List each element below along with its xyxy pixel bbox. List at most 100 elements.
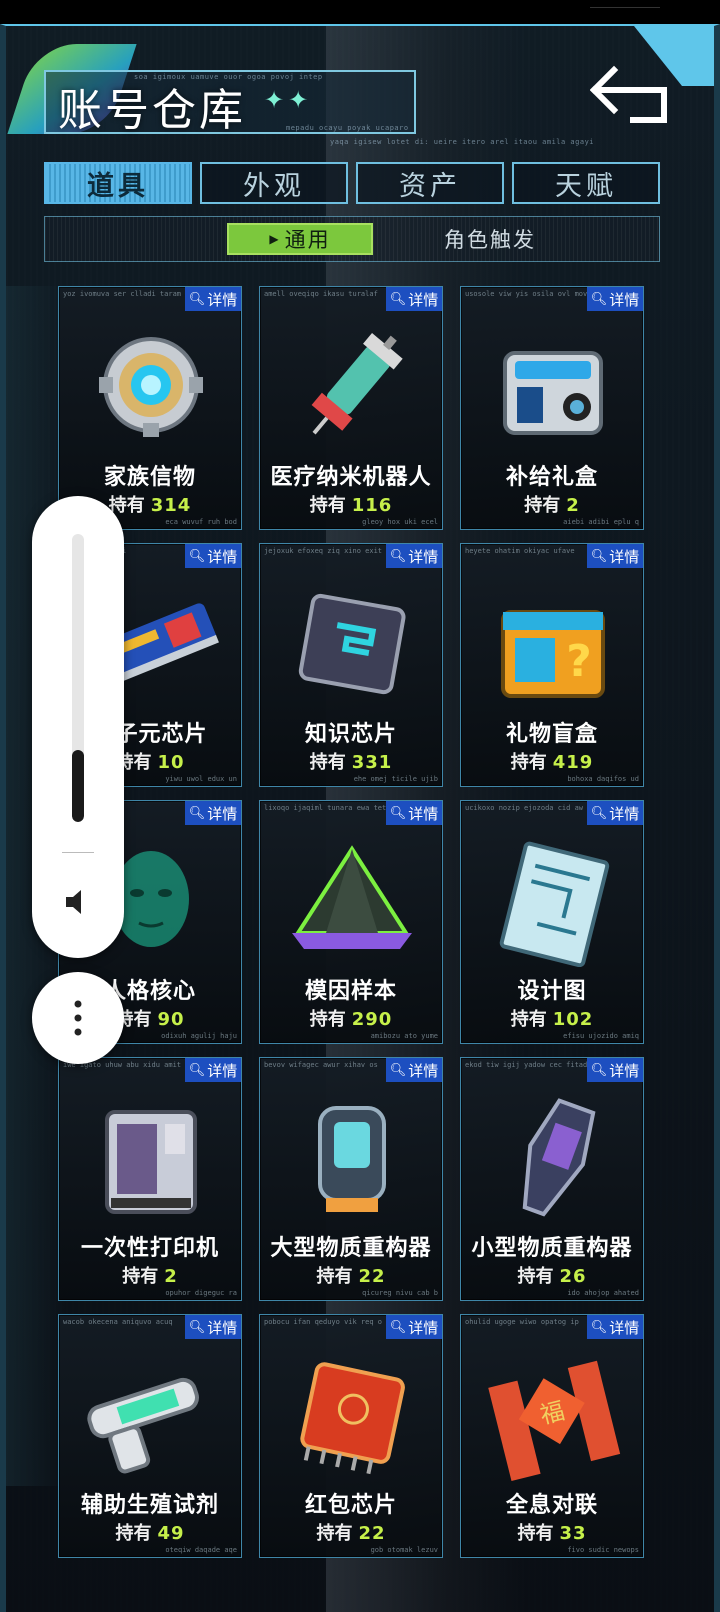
card-micro-text: lixoqo ijaqiml tunara ewa tet	[264, 804, 387, 812]
hold-label: 持有	[309, 752, 346, 773]
subtab-general[interactable]: ▶ 通用	[227, 223, 373, 255]
supply-box-icon	[503, 351, 603, 435]
item-quantity: 持有 49	[59, 1519, 241, 1545]
details-label: 详情	[408, 1061, 439, 1080]
details-button[interactable]: 🔍︎ 详情	[386, 1315, 442, 1339]
more-options-button[interactable]	[32, 972, 124, 1064]
magnifier-icon: 🔍︎	[590, 548, 608, 564]
details-button[interactable]: 🔍︎ 详情	[386, 544, 442, 568]
details-label: 详情	[408, 290, 439, 309]
details-label: 详情	[408, 1318, 439, 1337]
item-card[interactable]: pobocu ifan qeduyo vik req o 🔍︎ 详情 红包芯片 持有 22…	[259, 1314, 443, 1558]
details-button[interactable]: 🔍︎ 详情	[587, 1058, 643, 1082]
card-micro-text: amibozu ato yume	[370, 1032, 438, 1040]
item-card[interactable]: yoz ivomuva ser clladi taram 🔍︎ 详情 家族信物 持有 31…	[58, 286, 242, 530]
blueprint-icon	[499, 841, 610, 967]
tab-items[interactable]: 道具	[44, 162, 192, 204]
item-card[interactable]: iwe igato uhuw abu xidu amit 🔍︎ 详情 一次性打印机 持有…	[58, 1057, 242, 1301]
tab-assets[interactable]: 资产	[356, 162, 504, 204]
item-quantity: 持有 2	[461, 491, 643, 517]
volume-slider[interactable]	[72, 534, 84, 822]
svg-text:?: ?	[566, 636, 592, 687]
item-card[interactable]: ekod tiw igij yadow cec fitad 🔍︎ 详情 小型物质重构器…	[460, 1057, 644, 1301]
hold-label: 持有	[517, 1266, 554, 1287]
item-name: 辅助生殖试剂	[80, 1493, 219, 1518]
item-card[interactable]: ohulid ugoge wiwo opatog ip 🔍︎ 详情福全息对联 持有 33…	[460, 1314, 644, 1558]
volume-panel	[32, 496, 124, 958]
details-button[interactable]: 🔍︎ 详情	[386, 287, 442, 311]
card-micro-text: oteqiw daqade aqe	[165, 1546, 237, 1554]
magnifier-icon: 🔍︎	[389, 291, 407, 307]
card-micro-text: efisu ujozido amiq	[563, 1032, 639, 1040]
item-card[interactable]: lixoqo ijaqiml tunara ewa tet 🔍︎ 详情 模因样本 持有 2…	[259, 800, 443, 1044]
back-button[interactable]	[589, 60, 670, 124]
card-micro-text: ucikoxo nozip ejozoda cid aw	[465, 804, 584, 812]
details-button[interactable]: 🔍︎ 详情	[185, 1058, 241, 1082]
details-label: 详情	[207, 1061, 238, 1080]
magnifier-icon: 🔍︎	[188, 1062, 206, 1078]
item-name: 补给礼盒	[505, 465, 598, 490]
hold-label: 持有	[309, 1009, 346, 1030]
details-button[interactable]: 🔍︎ 详情	[587, 287, 643, 311]
item-count: 49	[157, 1523, 185, 1544]
reagent-injector-icon	[87, 1377, 199, 1474]
item-card[interactable]: bevov wifagec awur xihav os 🔍︎ 详情 大型物质重构器 持有…	[259, 1057, 443, 1301]
item-count: 331	[351, 752, 393, 773]
details-label: 详情	[609, 804, 640, 823]
item-card[interactable]: amell oveqiqo ikasu turalaf 🔍︎ 详情 医疗纳米机器人 持有…	[259, 286, 443, 530]
item-quantity: 持有 419	[461, 748, 643, 774]
item-name: 知识芯片	[304, 722, 397, 747]
card-micro-text: bevov wifagec awur xihav os	[264, 1061, 378, 1069]
details-button[interactable]: 🔍︎ 详情	[587, 801, 643, 825]
disposable-printer-icon	[105, 1110, 197, 1214]
card-micro-text: ohulid ugoge wiwo opatog ip	[465, 1318, 579, 1326]
item-count: 116	[351, 495, 393, 516]
details-button[interactable]: 🔍︎ 详情	[386, 801, 442, 825]
card-micro-text: gob otomak lezuv	[370, 1546, 438, 1554]
item-count: 22	[358, 1523, 386, 1544]
item-count: 90	[157, 1009, 185, 1030]
details-label: 详情	[207, 1318, 238, 1337]
details-button[interactable]: 🔍︎ 详情	[185, 544, 241, 568]
item-card[interactable]: usosole viw yis osila ovl mov 🔍︎ 详情 补给礼盒 持有 2…	[460, 286, 644, 530]
hold-label: 持有	[316, 1523, 353, 1544]
item-quantity: 持有 33	[461, 1519, 643, 1545]
card-micro-text: eca wuvuf ruh bod	[165, 518, 237, 526]
item-card[interactable]: heyete ohatim okiyac ufave 🔍︎ 详情? 礼物盲盒 持有 419…	[460, 543, 644, 787]
card-micro-text: aiebi adibi eplu q	[563, 518, 639, 526]
card-micro-text: amell oveqiqo ikasu turalaf	[264, 290, 378, 298]
item-count: 419	[552, 752, 594, 773]
hold-label: 持有	[309, 495, 346, 516]
item-quantity: 持有 102	[461, 1005, 643, 1031]
item-quantity: 持有 290	[260, 1005, 442, 1031]
speaker-icon[interactable]	[62, 886, 94, 918]
hold-label: 持有	[517, 1523, 554, 1544]
details-button[interactable]: 🔍︎ 详情	[386, 1058, 442, 1082]
magnifier-icon: 🔍︎	[590, 805, 608, 821]
tab-talents[interactable]: 天赋	[512, 162, 660, 204]
subtab-character-trigger[interactable]: 角色触发	[417, 223, 563, 255]
item-quantity: 持有 116	[260, 491, 442, 517]
card-micro-text: yiwu uwol edux un	[165, 775, 237, 783]
tab-appearance[interactable]: 外观	[200, 162, 348, 204]
item-count: 102	[552, 1009, 594, 1030]
red-envelope-chip-icon	[300, 1362, 405, 1475]
magnifier-icon: 🔍︎	[389, 548, 407, 564]
details-button[interactable]: 🔍︎ 详情	[185, 287, 241, 311]
magnifier-icon: 🔍︎	[188, 291, 206, 307]
details-button[interactable]: 🔍︎ 详情	[587, 1315, 643, 1339]
card-micro-text: yoz ivomuva ser clladi taram	[63, 290, 182, 298]
details-button[interactable]: 🔍︎ 详情	[587, 544, 643, 568]
item-card[interactable]: jejoxuk efoxeq ziq xino exit 🔍︎ 详情 知识芯片 持有 33…	[259, 543, 443, 787]
item-grid: yoz ivomuva ser clladi taram 🔍︎ 详情 家族信物 持有 31…	[58, 286, 644, 1558]
details-button[interactable]: 🔍︎ 详情	[185, 1315, 241, 1339]
meme-sample-pyramid-icon	[292, 845, 412, 949]
subtab-bar: ▶ 通用 角色触发	[44, 216, 660, 262]
play-triangle-icon: ▶	[269, 232, 281, 246]
item-card[interactable]: ucikoxo nozip ejozoda cid aw 🔍︎ 详情 设计图 持有 102…	[460, 800, 644, 1044]
item-name: 全息对联	[505, 1493, 598, 1518]
details-button[interactable]: 🔍︎ 详情	[185, 801, 241, 825]
item-name: 医疗纳米机器人	[270, 465, 432, 490]
item-count: 314	[150, 495, 192, 516]
item-card[interactable]: wacob okecena aniquvo acuq 🔍︎ 详情 辅助生殖试剂 持有 49…	[58, 1314, 242, 1558]
